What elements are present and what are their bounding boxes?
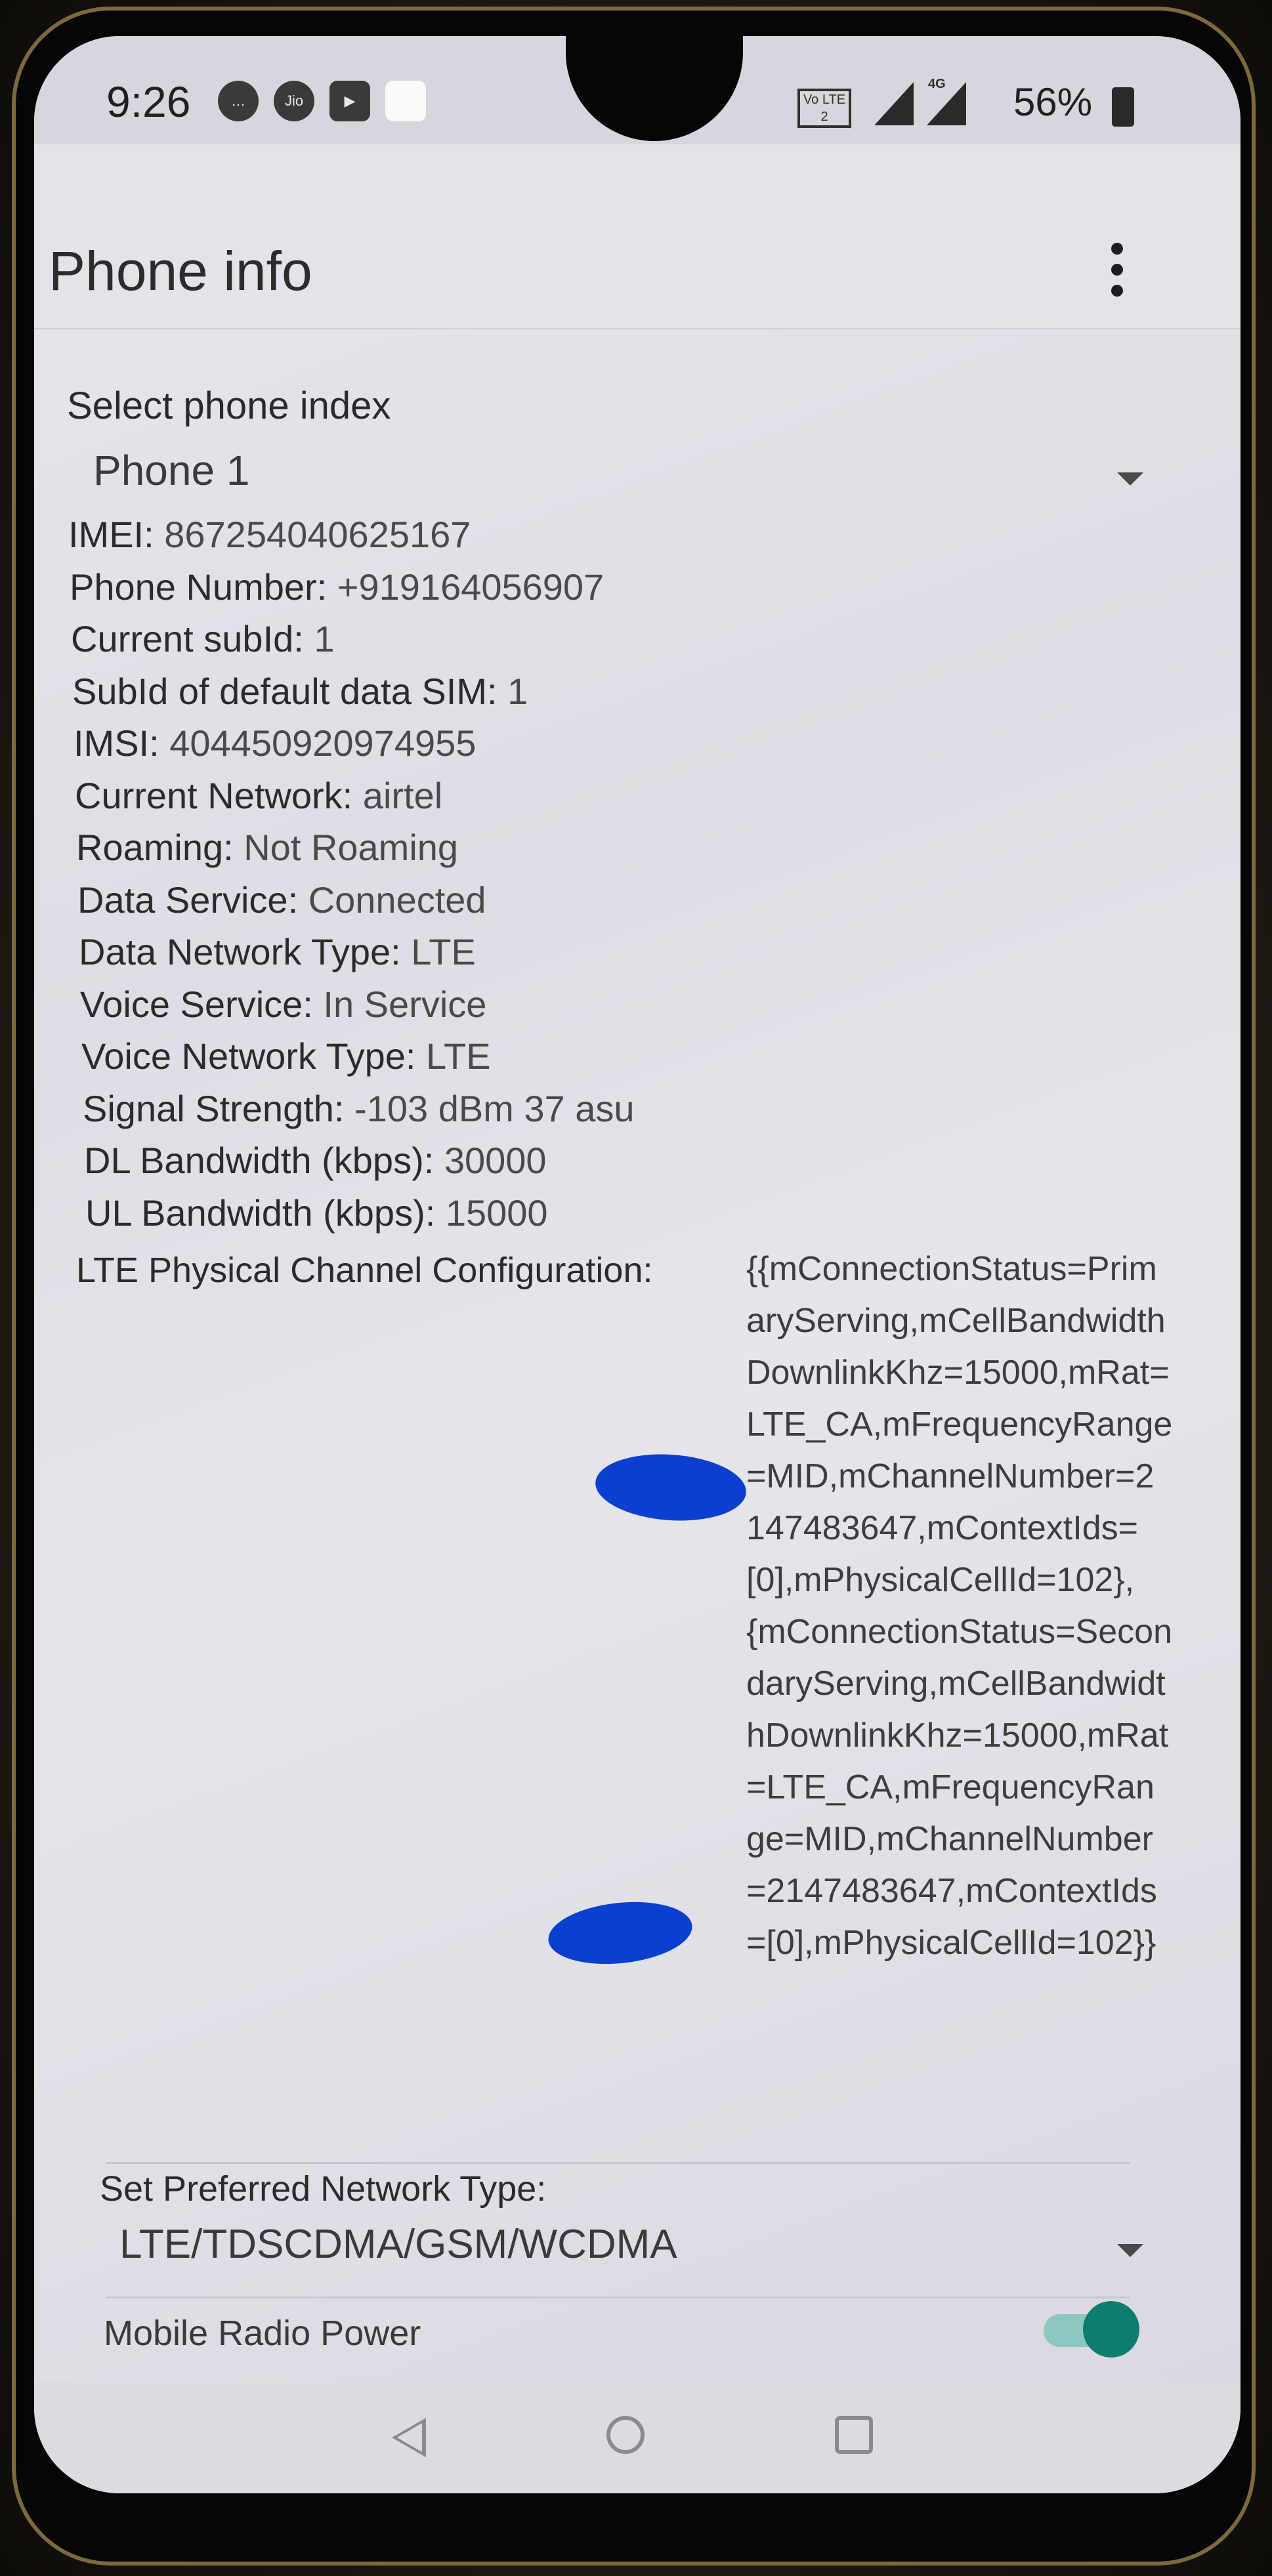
info-key: Signal Strength: <box>83 1087 355 1129</box>
jio-notification-icon: Jio <box>274 81 314 121</box>
info-key: Current Network: <box>75 774 363 816</box>
home-icon[interactable] <box>606 2416 645 2454</box>
recents-icon[interactable] <box>835 2416 873 2454</box>
phone-screen: 9:26 … Jio ▶ Vo LTE 2 4G 56% Phone info … <box>34 36 1240 2493</box>
status-bar: 9:26 … Jio ▶ Vo LTE 2 4G 56% <box>34 36 1240 144</box>
info-value: 30000 <box>444 1140 547 1181</box>
info-row: Voice Service: In Service <box>68 978 790 1031</box>
info-value: LTE <box>426 1035 491 1077</box>
info-row: Roaming: Not Roaming <box>68 821 790 874</box>
info-value: Not Roaming <box>244 827 459 868</box>
info-key: Roaming: <box>76 827 244 868</box>
info-key: IMSI: <box>74 722 170 764</box>
info-row: Phone Number: +919164056907 <box>68 561 790 613</box>
preferred-network-value: LTE/TDSCDMA/GSM/WCDMA <box>119 2222 677 2267</box>
dropdown-caret-icon <box>1117 2244 1143 2257</box>
message-notification-icon: … <box>218 81 259 121</box>
network-type-label: 4G <box>928 77 946 91</box>
info-key: IMEI: <box>68 514 165 555</box>
info-value: +919164056907 <box>337 566 604 608</box>
info-key: Current subId: <box>71 618 314 659</box>
battery-icon <box>1112 87 1134 127</box>
info-row: UL Bandwidth (kbps): 15000 <box>68 1187 790 1239</box>
battery-percent: 56% <box>1013 80 1093 124</box>
info-value: 1 <box>507 670 528 712</box>
sim1-signal-icon <box>874 82 914 125</box>
info-row: SubId of default data SIM: 1 <box>68 665 790 718</box>
camera-notch <box>566 36 743 141</box>
info-row: Data Service: Connected <box>68 874 790 926</box>
info-list: IMEI: 867254040625167 Phone Number: +9191… <box>68 509 790 1239</box>
info-key: SubId of default data SIM: <box>72 670 508 712</box>
info-value: LTE <box>411 931 476 972</box>
info-row: DL Bandwidth (kbps): 30000 <box>68 1134 790 1187</box>
mobile-radio-power-toggle[interactable] <box>1044 2301 1139 2358</box>
info-key: Phone Number: <box>70 566 337 608</box>
info-key: Voice Service: <box>80 983 324 1025</box>
info-row: IMEI: 867254040625167 <box>68 509 790 561</box>
info-row: IMSI: 404450920974955 <box>68 717 790 770</box>
info-value: -103 dBm 37 asu <box>354 1087 635 1129</box>
lte-config-label: LTE Physical Channel Configuration: <box>76 1251 653 1290</box>
divider <box>106 2162 1130 2164</box>
navigation-bar <box>34 2382 1240 2493</box>
status-time: 9:26 <box>106 77 191 126</box>
info-value: 867254040625167 <box>164 514 471 555</box>
info-key: Data Network Type: <box>79 931 412 972</box>
info-value: airtel <box>362 774 443 816</box>
info-key: Data Service: <box>77 879 308 921</box>
image-notification-icon <box>385 81 426 121</box>
overflow-menu-icon[interactable] <box>1097 243 1137 308</box>
info-row: Signal Strength: -103 dBm 37 asu <box>68 1083 790 1135</box>
volte-icon: Vo LTE 2 <box>797 89 851 128</box>
info-value: 15000 <box>445 1192 548 1234</box>
mobile-radio-power-label: Mobile Radio Power <box>104 2314 421 2353</box>
info-value: Connected <box>308 879 486 921</box>
info-value: 1 <box>314 618 335 659</box>
info-row: Current Network: airtel <box>68 770 790 822</box>
youtube-notification-icon: ▶ <box>329 81 370 121</box>
divider <box>106 2296 1130 2298</box>
info-key: Voice Network Type: <box>81 1035 426 1077</box>
redaction-scribble <box>593 1449 749 1526</box>
info-value: 404450920974955 <box>169 722 477 764</box>
toggle-thumb <box>1083 2301 1139 2358</box>
phone-index-dropdown[interactable]: Phone 1 <box>93 446 1143 512</box>
info-row: Voice Network Type: LTE <box>68 1030 790 1083</box>
preferred-network-dropdown[interactable]: LTE/TDSCDMA/GSM/WCDMA <box>119 2221 1143 2293</box>
phone-index-label: Select phone index <box>67 384 391 427</box>
lte-config-value: {{mConnectionStatus=PrimaryServing,mCell… <box>746 1250 1173 1962</box>
preferred-network-label: Set Preferred Network Type: <box>100 2169 547 2209</box>
dropdown-caret-icon <box>1117 472 1143 486</box>
phone-index-value: Phone 1 <box>93 447 250 494</box>
info-row: Data Network Type: LTE <box>68 926 790 978</box>
page-title: Phone info <box>49 240 312 302</box>
app-bar: Phone info <box>34 144 1240 329</box>
info-row: Current subId: 1 <box>68 613 790 665</box>
info-key: DL Bandwidth (kbps): <box>84 1140 444 1181</box>
redaction-scribble <box>545 1895 696 1971</box>
info-key: UL Bandwidth (kbps): <box>85 1192 446 1234</box>
info-value: In Service <box>323 983 487 1025</box>
